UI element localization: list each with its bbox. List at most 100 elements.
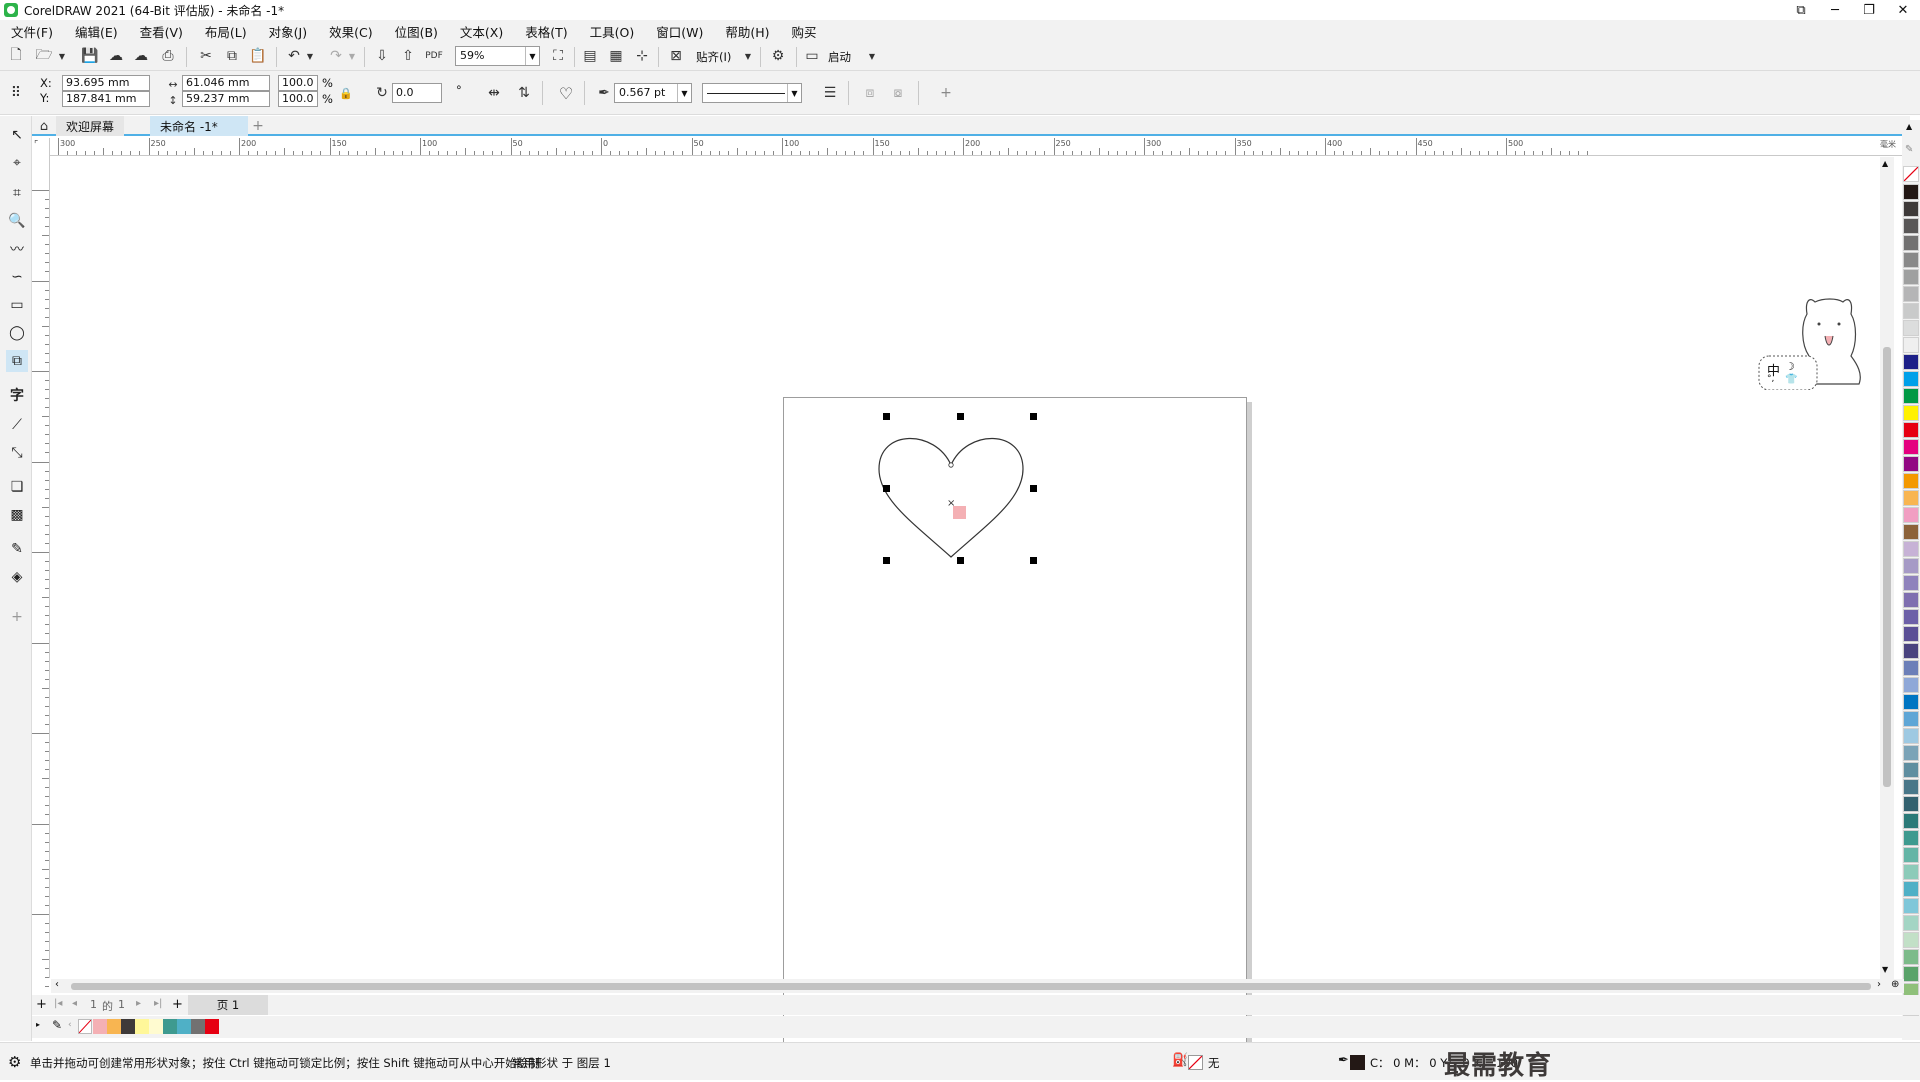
cloud-upload-icon[interactable]: ☁: [131, 46, 151, 66]
menu-view[interactable]: 查看(V): [129, 22, 194, 41]
fill-bucket-icon[interactable]: ⛽: [1172, 1053, 1188, 1068]
palette-swatch[interactable]: [1903, 303, 1919, 319]
palette-swatch[interactable]: [1903, 252, 1919, 268]
palette-swatch[interactable]: [1903, 728, 1919, 744]
palette-swatch[interactable]: [1903, 456, 1919, 472]
selection-handle-bottom-left[interactable]: [883, 557, 890, 564]
rectangle-tool-icon[interactable]: ▭: [6, 294, 28, 316]
palette-swatch[interactable]: [1903, 575, 1919, 591]
palette-swatch[interactable]: [1903, 439, 1919, 455]
selection-handle-right[interactable]: [1030, 485, 1037, 492]
scale-y-field[interactable]: 100.0: [278, 91, 318, 107]
docpal-no-color-swatch[interactable]: [78, 1019, 92, 1034]
menu-object[interactable]: 对象(J): [258, 22, 318, 41]
selection-handle-left[interactable]: [883, 485, 890, 492]
docpal-scroll-left-icon[interactable]: ‹: [68, 1020, 72, 1030]
fill-none-swatch[interactable]: [1188, 1055, 1203, 1070]
menu-buy[interactable]: 购买: [781, 22, 828, 41]
show-guidelines-icon[interactable]: ⊹: [632, 46, 652, 66]
menu-tools[interactable]: 工具(O): [579, 22, 646, 41]
rotation-field[interactable]: 0.0: [392, 83, 442, 103]
outline-pen-status-icon[interactable]: ✒: [1338, 1053, 1349, 1068]
full-screen-preview-icon[interactable]: ⛶: [548, 46, 568, 66]
palette-swatch[interactable]: [1903, 286, 1919, 302]
menu-help[interactable]: 帮助(H): [714, 22, 780, 41]
palette-swatch[interactable]: [1903, 337, 1919, 353]
menu-effects[interactable]: 效果(C): [318, 22, 383, 41]
document-palette-swatch[interactable]: [191, 1019, 205, 1034]
palette-swatch[interactable]: [1903, 745, 1919, 761]
cloud-download-icon[interactable]: ☁: [106, 46, 126, 66]
selection-handle-top-left[interactable]: [883, 413, 890, 420]
x-position-field[interactable]: 93.695 mm: [62, 75, 150, 91]
document-palette-swatch[interactable]: [107, 1019, 121, 1034]
next-page-icon[interactable]: ▸: [136, 998, 141, 1009]
open-folder-icon[interactable]: 🗁: [34, 46, 54, 66]
palette-swatch[interactable]: [1903, 813, 1919, 829]
palette-swatch[interactable]: [1903, 881, 1919, 897]
palette-swatch[interactable]: [1903, 507, 1919, 523]
snap-off-icon[interactable]: ⊠: [666, 46, 686, 66]
docpal-expand-icon[interactable]: ▸: [36, 1020, 40, 1029]
horizontal-scroll-thumb[interactable]: [71, 983, 1871, 990]
palette-swatch[interactable]: [1903, 218, 1919, 234]
heart-node[interactable]: [948, 462, 954, 468]
palette-swatch[interactable]: [1903, 915, 1919, 931]
scroll-left-icon[interactable]: ‹: [55, 979, 59, 990]
crop-tool-icon[interactable]: ⌗: [6, 182, 28, 204]
home-icon[interactable]: ⌂: [34, 116, 54, 136]
new-tab-icon[interactable]: +: [248, 116, 268, 136]
paste-icon[interactable]: 📋: [248, 46, 268, 66]
zoom-tool-icon[interactable]: 🔍: [6, 210, 28, 232]
palette-swatch[interactable]: [1903, 864, 1919, 880]
add-page-after-icon[interactable]: +: [172, 997, 183, 1012]
no-color-swatch[interactable]: [1903, 166, 1919, 182]
pick-tool-icon[interactable]: ↖: [6, 124, 28, 146]
palette-swatch[interactable]: [1903, 592, 1919, 608]
print-icon[interactable]: ⎙: [158, 46, 178, 66]
tab-document[interactable]: 未命名 -1*: [150, 116, 248, 136]
menu-layout[interactable]: 布局(L): [194, 22, 258, 41]
menu-file[interactable]: 文件(F): [0, 22, 64, 41]
restore-icon[interactable]: ❐: [1852, 0, 1886, 20]
vertical-ruler[interactable]: [32, 138, 50, 997]
palette-swatch[interactable]: [1903, 660, 1919, 676]
interactive-fill-tool-icon[interactable]: ◈: [6, 566, 28, 588]
minimize-icon[interactable]: ─: [1818, 0, 1852, 20]
menu-window[interactable]: 窗口(W): [645, 22, 714, 41]
launch-dropdown-icon[interactable]: ▼: [862, 46, 882, 66]
show-grid-icon[interactable]: ▦: [606, 46, 626, 66]
new-document-icon[interactable]: 🗋: [6, 46, 26, 66]
palette-swatch[interactable]: [1903, 796, 1919, 812]
add-tool-icon[interactable]: +: [6, 606, 28, 628]
import-icon[interactable]: ⇩: [372, 46, 392, 66]
first-page-icon[interactable]: |◂: [54, 998, 62, 1009]
heart-shape-picker-icon[interactable]: ♡: [556, 83, 576, 103]
palette-swatch[interactable]: [1903, 762, 1919, 778]
export-icon[interactable]: ⇧: [398, 46, 418, 66]
text-tool-icon[interactable]: 字: [6, 384, 28, 406]
transparency-tool-icon[interactable]: ▩: [6, 504, 28, 526]
publish-pdf-icon[interactable]: PDF: [424, 46, 444, 66]
menu-bitmaps[interactable]: 位图(B): [384, 22, 449, 41]
palette-swatch[interactable]: [1903, 371, 1919, 387]
palette-swatch[interactable]: [1903, 422, 1919, 438]
document-palette-swatch[interactable]: [205, 1019, 219, 1034]
palette-swatch[interactable]: [1903, 949, 1919, 965]
y-position-field[interactable]: 187.841 mm: [62, 91, 150, 107]
wrap-text-icon[interactable]: ☰: [820, 83, 840, 103]
copy-icon[interactable]: ⧉: [222, 46, 242, 66]
help-window-icon[interactable]: ⧉: [1784, 0, 1818, 20]
palette-swatch[interactable]: [1903, 898, 1919, 914]
document-palette-swatch[interactable]: [93, 1019, 107, 1034]
drawing-canvas[interactable]: × 中 ☽ °, 👕: [51, 157, 1904, 1055]
open-dropdown-icon[interactable]: ▼: [52, 46, 72, 66]
document-palette-swatch[interactable]: [177, 1019, 191, 1034]
vertical-scrollbar[interactable]: ▲ ▼: [1880, 157, 1894, 979]
scroll-up-icon[interactable]: ▲: [1882, 159, 1888, 168]
object-origin-icon[interactable]: ⠿: [6, 83, 26, 103]
artistic-media-tool-icon[interactable]: ∽: [6, 266, 28, 288]
palette-swatch[interactable]: [1903, 643, 1919, 659]
palette-swatch[interactable]: [1903, 541, 1919, 557]
document-palette-swatch[interactable]: [121, 1019, 135, 1034]
